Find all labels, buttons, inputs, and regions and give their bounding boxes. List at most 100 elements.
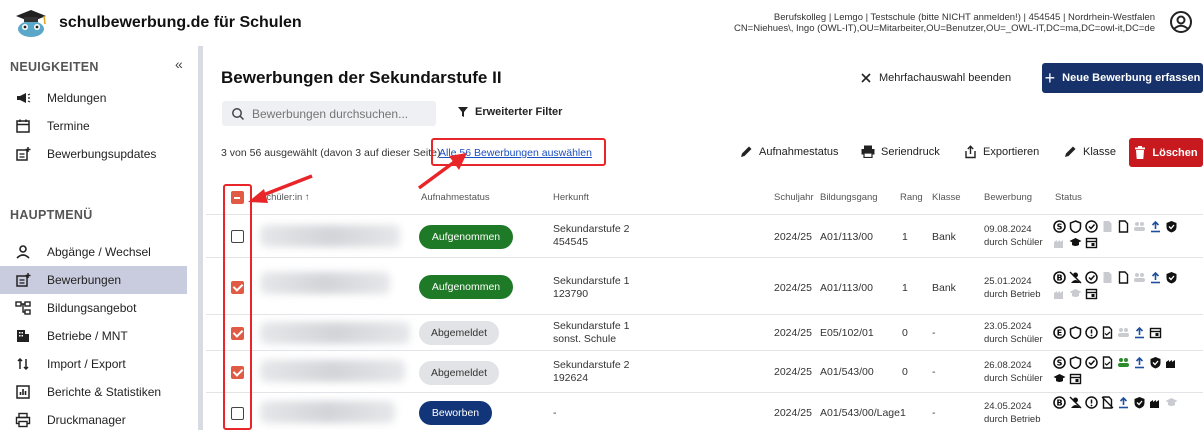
- column-header-status[interactable]: Aufnahmestatus: [421, 192, 490, 203]
- group-icon[interactable]: [1133, 271, 1146, 284]
- column-header-rank[interactable]: Rang: [900, 192, 923, 203]
- advanced-filter-button[interactable]: Erweiterter Filter: [457, 106, 562, 118]
- sidebar-item-berichte[interactable]: Berichte & Statistiken: [0, 378, 187, 406]
- graduation-cap-icon[interactable]: [1069, 236, 1082, 249]
- collapse-sidebar-icon[interactable]: «: [175, 56, 183, 72]
- letter-b-circle-icon[interactable]: B: [1053, 271, 1066, 284]
- graduation-cap-logo-icon[interactable]: [14, 8, 48, 38]
- origin-cell: -: [553, 407, 557, 419]
- factory-icon[interactable]: [1053, 236, 1066, 249]
- letter-s-circle-icon[interactable]: S: [1053, 220, 1066, 233]
- sidebar-item-bewerbungen[interactable]: Bewerbungen: [0, 266, 187, 294]
- column-header-year[interactable]: Schuljahr: [774, 192, 814, 203]
- sidebar-item-abgaenge[interactable]: Abgänge / Wechsel: [0, 238, 187, 266]
- sidebar-item-bewerbungsupdates[interactable]: Bewerbungsupdates: [0, 140, 187, 168]
- factory-icon[interactable]: [1053, 287, 1066, 300]
- warning-circle-icon[interactable]: [1085, 326, 1098, 339]
- sidebar-item-druckmanager[interactable]: Druckmanager: [0, 406, 187, 430]
- document-icon[interactable]: [1117, 271, 1130, 284]
- shield-check-icon[interactable]: [1165, 220, 1178, 233]
- status-badge[interactable]: Beworben: [419, 401, 492, 425]
- shield-check-icon[interactable]: [1149, 356, 1162, 369]
- upload-icon[interactable]: [1133, 356, 1146, 369]
- origin-school: 454545: [553, 236, 589, 248]
- sidebar-item-betriebe[interactable]: Betriebe / MNT: [0, 322, 187, 350]
- calendar-icon[interactable]: [1149, 326, 1162, 339]
- document-check-icon[interactable]: [1101, 271, 1114, 284]
- building-icon: [15, 328, 31, 344]
- check-circle-icon[interactable]: [1085, 356, 1098, 369]
- document-icon[interactable]: [1117, 220, 1130, 233]
- graduation-cap-icon[interactable]: [1165, 396, 1178, 409]
- letter-e-circle-icon[interactable]: E: [1053, 326, 1066, 339]
- new-application-button[interactable]: + Neue Bewerbung erfassen: [1042, 63, 1203, 93]
- upload-icon[interactable]: [1117, 396, 1130, 409]
- shield-outline-icon[interactable]: [1069, 220, 1082, 233]
- sidebar-divider[interactable]: [198, 46, 203, 430]
- sidebar-item-termine[interactable]: Termine: [0, 112, 187, 140]
- sidebar-item-import-export[interactable]: Import / Export: [0, 350, 187, 378]
- check-circle-icon[interactable]: [1085, 271, 1098, 284]
- origin-school: 192624: [553, 372, 589, 384]
- status-badge[interactable]: Aufgenommen: [419, 275, 513, 299]
- status-badge[interactable]: Aufgenommen: [419, 225, 513, 249]
- graduation-cap-icon[interactable]: [1069, 287, 1082, 300]
- document-check-icon[interactable]: [1101, 220, 1114, 233]
- group-icon[interactable]: [1133, 220, 1146, 233]
- end-multiselect-button[interactable]: Mehrfachauswahl beenden: [859, 65, 1011, 91]
- class-cell: Bank: [932, 231, 956, 243]
- shield-outline-icon[interactable]: [1069, 356, 1082, 369]
- group-icon[interactable]: [1117, 326, 1130, 339]
- upload-icon[interactable]: [1133, 326, 1146, 339]
- sidebar-item-label: Bildungsangebot: [47, 301, 137, 315]
- shield-outline-icon[interactable]: [1069, 326, 1082, 339]
- calendar-icon[interactable]: [1069, 372, 1082, 385]
- application-cell: 26.08.2024 durch Schüler: [984, 359, 1043, 385]
- table-row[interactable]: Aufgenommen Sekundarstufe 2 454545 2024/2…: [206, 215, 1203, 258]
- upload-icon[interactable]: [1149, 271, 1162, 284]
- class-button[interactable]: Klasse: [1064, 145, 1116, 158]
- column-header-course[interactable]: Bildungsgang: [820, 192, 878, 203]
- factory-icon[interactable]: [1165, 356, 1178, 369]
- search-box[interactable]: [222, 101, 436, 126]
- status-badge[interactable]: Abgemeldet: [419, 361, 499, 385]
- table-row[interactable]: Aufgenommen Sekundarstufe 1 123790 2024/2…: [206, 258, 1203, 315]
- calendar-icon[interactable]: [1085, 287, 1098, 300]
- group-icon[interactable]: [1117, 356, 1130, 369]
- sidebar-item-bildungsangebot[interactable]: Bildungsangebot: [0, 294, 187, 322]
- upload-icon[interactable]: [1149, 220, 1162, 233]
- column-header-class[interactable]: Klasse: [932, 192, 961, 203]
- graduation-cap-icon[interactable]: [1053, 372, 1066, 385]
- calendar-icon[interactable]: [1085, 236, 1098, 249]
- search-input[interactable]: [252, 106, 432, 121]
- letter-b-circle-icon[interactable]: B: [1053, 396, 1066, 409]
- document-off-icon[interactable]: [1101, 396, 1114, 409]
- sidebar-item-meldungen[interactable]: Meldungen: [0, 84, 187, 112]
- shield-check-icon[interactable]: [1133, 396, 1146, 409]
- user-account-icon[interactable]: [1169, 10, 1193, 34]
- table-row[interactable]: Beworben - 2024/25 A01/543/00/Lage1 - 24…: [206, 393, 1203, 430]
- status-badge[interactable]: Abgemeldet: [419, 321, 499, 345]
- admission-status-button[interactable]: Aufnahmestatus: [740, 145, 839, 158]
- person-off-icon[interactable]: [1069, 396, 1082, 409]
- document-check-icon[interactable]: [1101, 356, 1114, 369]
- check-circle-icon[interactable]: [1085, 220, 1098, 233]
- serial-print-button[interactable]: Seriendruck: [861, 145, 940, 158]
- delete-button[interactable]: Löschen: [1129, 138, 1203, 167]
- course-cell: A01/113/00: [820, 231, 873, 243]
- column-header-origin[interactable]: Herkunft: [553, 192, 589, 203]
- document-check-icon[interactable]: [1101, 326, 1114, 339]
- warning-circle-icon[interactable]: [1085, 396, 1098, 409]
- table-row[interactable]: Abgemeldet Sekundarstufe 2 192624 2024/25…: [206, 351, 1203, 393]
- factory-icon[interactable]: [1149, 396, 1162, 409]
- export-button[interactable]: Exportieren: [964, 145, 1039, 159]
- column-header-state[interactable]: Status: [1055, 192, 1082, 203]
- letter-s-circle-icon[interactable]: S: [1053, 356, 1066, 369]
- shield-check-icon[interactable]: [1165, 271, 1178, 284]
- sidebar: NEUIGKEITEN « Meldungen Termine Bewerbun…: [0, 46, 196, 430]
- application-date: 26.08.2024: [984, 360, 1032, 371]
- person-off-icon[interactable]: [1069, 271, 1082, 284]
- table-row[interactable]: Abgemeldet Sekundarstufe 1 sonst. Schule …: [206, 315, 1203, 351]
- sidebar-item-label: Termine: [47, 119, 90, 133]
- column-header-application[interactable]: Bewerbung: [984, 192, 1032, 203]
